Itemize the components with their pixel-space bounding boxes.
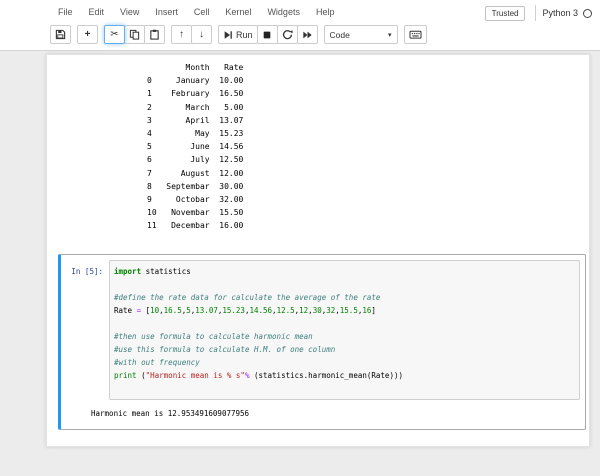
paste-icon bbox=[150, 29, 159, 40]
menu-item-insert[interactable]: Insert bbox=[147, 7, 186, 17]
header-right: Trusted Python 3 bbox=[484, 5, 592, 21]
move-cell-down-button[interactable]: ↓ bbox=[191, 25, 212, 44]
arrow-up-icon: ↑ bbox=[179, 28, 184, 40]
fast-forward-icon bbox=[302, 31, 312, 38]
menu-item-kernel[interactable]: Kernel bbox=[217, 7, 259, 17]
menu-item-widgets[interactable]: Widgets bbox=[259, 7, 308, 17]
cut-cell-button[interactable]: ✂ bbox=[104, 25, 125, 44]
plus-icon: + bbox=[84, 28, 91, 40]
kernel-name: Python 3 bbox=[542, 8, 578, 18]
cell-output-text: Harmonic mean is 12.953491609077956 bbox=[91, 408, 250, 418]
menu-item-view[interactable]: View bbox=[112, 7, 147, 17]
copy-icon bbox=[129, 29, 140, 40]
scissors-icon: ✂ bbox=[110, 28, 119, 40]
notebook-header: File Edit View Insert Cell Kernel Widget… bbox=[0, 0, 600, 51]
cell-type-select[interactable]: Code ▾ bbox=[323, 25, 398, 44]
notebook-container: Month Rate 0 January 10.00 1 February 16… bbox=[0, 51, 600, 474]
copy-cell-button[interactable] bbox=[124, 25, 145, 44]
chevron-down-icon: ▾ bbox=[388, 31, 392, 39]
save-button[interactable] bbox=[50, 25, 71, 44]
header-divider bbox=[535, 5, 537, 21]
run-label: Run bbox=[236, 29, 253, 40]
restart-icon bbox=[282, 30, 293, 40]
paste-cell-button[interactable] bbox=[144, 25, 165, 44]
restart-kernel-button[interactable] bbox=[276, 25, 298, 44]
command-palette-button[interactable] bbox=[403, 25, 427, 44]
run-button[interactable]: Run bbox=[218, 25, 258, 44]
menu-item-edit[interactable]: Edit bbox=[81, 7, 113, 17]
interrupt-kernel-button[interactable] bbox=[256, 25, 278, 44]
move-cell-up-button[interactable]: ↑ bbox=[171, 25, 192, 44]
dataframe-output: Month Rate 0 January 10.00 1 February 16… bbox=[147, 63, 244, 231]
stop-icon bbox=[263, 31, 271, 38]
toolbar: + ✂ ↑ ↓ Run Code ▾ bbox=[0, 22, 600, 50]
menu-item-cell[interactable]: Cell bbox=[186, 7, 218, 17]
arrow-down-icon: ↓ bbox=[199, 28, 204, 40]
cell-input-row: In [5]: import statistics #define the ra… bbox=[61, 259, 580, 400]
menu-item-help[interactable]: Help bbox=[308, 7, 343, 17]
keyboard-icon bbox=[409, 30, 422, 39]
cell-type-value: Code bbox=[329, 29, 350, 40]
save-icon bbox=[55, 29, 66, 40]
cell-output-row: Harmonic mean is 12.953491609077956 bbox=[61, 400, 580, 429]
input-prompt: In [5]: bbox=[71, 266, 103, 276]
trusted-button[interactable]: Trusted bbox=[484, 5, 526, 21]
notebook-page: Month Rate 0 January 10.00 1 February 16… bbox=[46, 54, 590, 447]
kernel-idle-icon bbox=[583, 8, 592, 18]
code-cell[interactable]: In [5]: import statistics #define the ra… bbox=[58, 253, 586, 430]
menu-item-file[interactable]: File bbox=[50, 7, 81, 17]
run-icon bbox=[224, 30, 232, 39]
code-editor[interactable]: import statistics #define the rate data … bbox=[109, 259, 580, 400]
restart-run-all-button[interactable] bbox=[296, 25, 318, 44]
insert-cell-button[interactable]: + bbox=[77, 25, 98, 44]
